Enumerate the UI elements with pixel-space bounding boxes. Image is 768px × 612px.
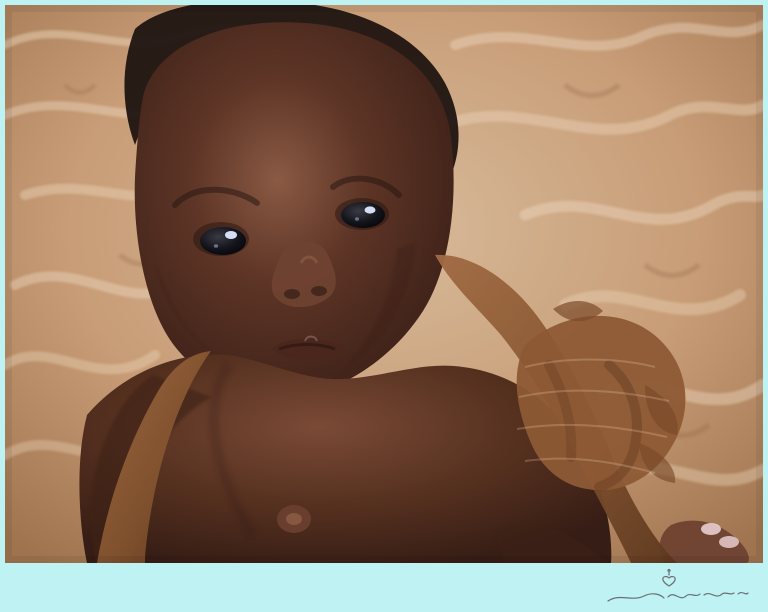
- watermark-signature: [607, 568, 749, 602]
- right-eye: [335, 198, 389, 230]
- left-eye: [193, 222, 249, 256]
- newborn-photo: [5, 5, 763, 563]
- photo-frame: [0, 0, 768, 568]
- photo-illustration: [5, 5, 763, 563]
- heart-hanger-icon: [662, 568, 676, 587]
- footer-band: [0, 568, 768, 612]
- page: [0, 0, 768, 612]
